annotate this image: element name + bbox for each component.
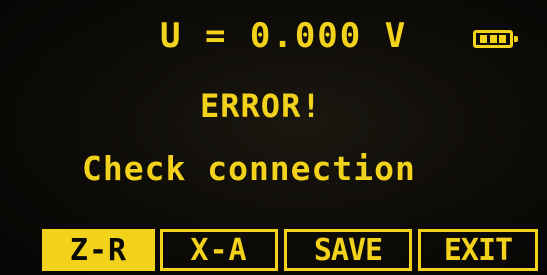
battery-cell: [489, 35, 497, 43]
battery-cell: [480, 35, 488, 43]
softkey-exit[interactable]: EXIT: [418, 229, 538, 271]
softkey-bar: Z-R X-A SAVE EXIT: [42, 229, 542, 271]
error-title: ERROR!: [200, 87, 322, 125]
voltage-readout: U = 0.000 V: [160, 16, 408, 56]
battery-terminal: [514, 36, 518, 42]
error-message: Check connection: [82, 149, 416, 188]
softkey-z-r[interactable]: Z-R: [42, 229, 155, 271]
battery-cell: [498, 35, 506, 43]
softkey-save[interactable]: SAVE: [284, 229, 412, 271]
battery-icon: [473, 30, 518, 48]
lcd-screen: U = 0.000 V ERROR! Check connection Z-R …: [0, 0, 547, 275]
softkey-x-a[interactable]: X-A: [160, 229, 278, 271]
